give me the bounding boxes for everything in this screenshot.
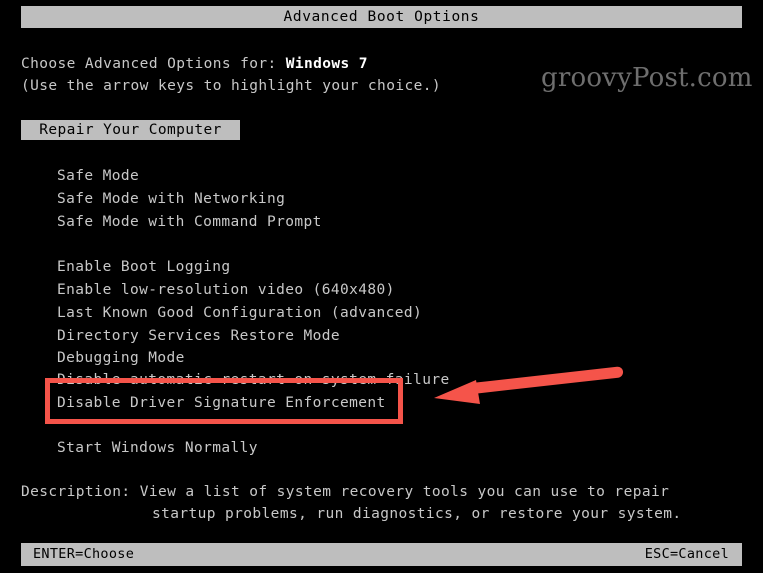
menu-item-label: Repair Your Computer xyxy=(39,122,222,138)
description-line-1: Description: View a list of system recov… xyxy=(21,481,682,503)
description-text-1: View a list of system recovery tools you… xyxy=(139,484,670,500)
status-esc-cancel: ESC=Cancel xyxy=(644,546,729,562)
header-prompt-prefix: Choose Advanced Options for: xyxy=(21,56,286,72)
status-enter-choose: ENTER=Choose xyxy=(33,546,135,562)
header-line-hint: (Use the arrow keys to highlight your ch… xyxy=(21,78,441,94)
description-block: Description: View a list of system recov… xyxy=(21,481,682,525)
header-os-name: Windows 7 xyxy=(285,56,368,72)
menu-item-start-windows-normally[interactable]: Start Windows Normally xyxy=(57,439,258,457)
menu-item-last-known-good-configuration[interactable]: Last Known Good Configuration (advanced) xyxy=(57,304,422,322)
menu-item-debugging-mode[interactable]: Debugging Mode xyxy=(57,349,185,367)
groovypost-watermark: groovyPost.com xyxy=(541,63,753,93)
window-title: Advanced Boot Options xyxy=(283,9,480,25)
annotation-arrow-icon xyxy=(434,366,624,404)
annotation-highlight-box xyxy=(45,378,403,424)
menu-item-safe-mode-command-prompt[interactable]: Safe Mode with Command Prompt xyxy=(57,213,322,231)
description-label: Description: xyxy=(21,484,140,500)
menu-item-directory-services-restore-mode[interactable]: Directory Services Restore Mode xyxy=(57,327,340,345)
advanced-boot-options-screen: Advanced Boot Options Choose Advanced Op… xyxy=(0,0,763,573)
window-title-bar: Advanced Boot Options xyxy=(21,6,742,28)
header-line-choose: Choose Advanced Options for: Windows 7 xyxy=(21,53,441,75)
menu-item-safe-mode-networking[interactable]: Safe Mode with Networking xyxy=(57,190,285,208)
description-text-2: startup problems, run diagnostics, or re… xyxy=(152,506,682,522)
menu-item-enable-low-resolution-video[interactable]: Enable low-resolution video (640x480) xyxy=(57,281,395,299)
status-bar: ENTER=Choose ESC=Cancel xyxy=(21,543,742,566)
header-text-block: Choose Advanced Options for: Windows 7 (… xyxy=(21,53,441,97)
menu-item-enable-boot-logging[interactable]: Enable Boot Logging xyxy=(57,258,230,276)
menu-item-safe-mode[interactable]: Safe Mode xyxy=(57,167,139,185)
description-line-2: startup problems, run diagnostics, or re… xyxy=(21,503,682,525)
menu-item-repair-your-computer[interactable]: Repair Your Computer xyxy=(21,120,240,140)
